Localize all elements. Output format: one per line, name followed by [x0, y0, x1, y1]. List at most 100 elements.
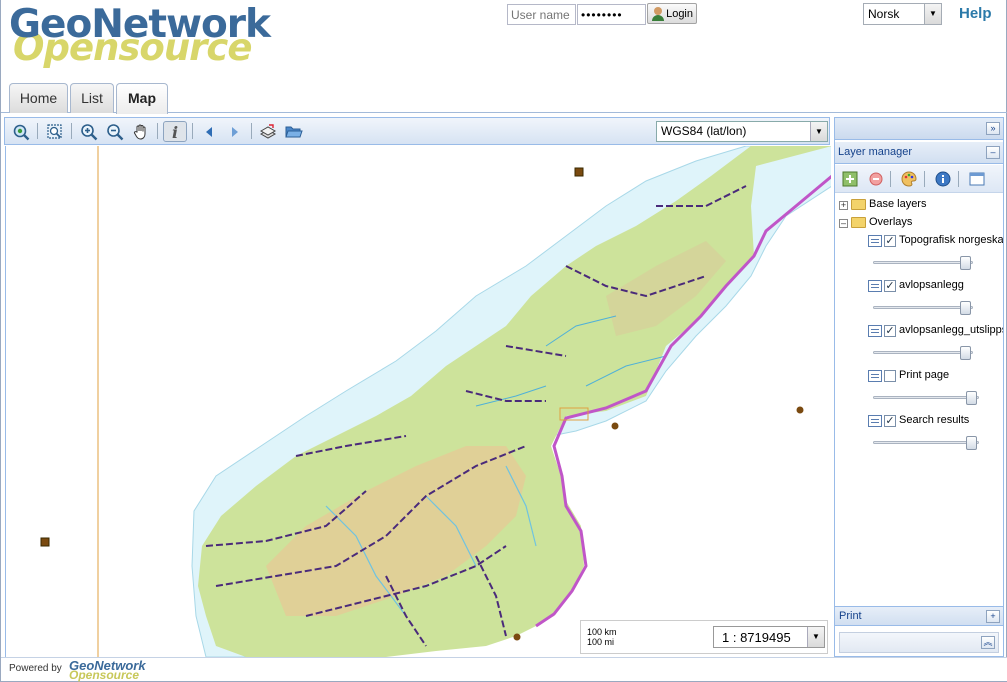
- right-panel-header: »: [835, 118, 1003, 140]
- overlays-label[interactable]: Overlays: [869, 216, 912, 228]
- layer-checkbox[interactable]: ✓: [884, 325, 896, 337]
- scale-select[interactable]: 1 : 8719495 ▼: [713, 626, 825, 648]
- chevron-down-icon: ▼: [810, 122, 827, 141]
- feature-info-button[interactable]: i: [163, 121, 187, 142]
- pan-button[interactable]: [130, 121, 152, 142]
- slider-thumb[interactable]: [960, 256, 971, 270]
- layer-checkbox[interactable]: ✓: [884, 415, 896, 427]
- toolbar-separator: [958, 171, 959, 187]
- print-panel-footer: ︽: [839, 632, 999, 653]
- layer-opacity-slider[interactable]: [873, 301, 973, 315]
- zoom-extent-button[interactable]: [10, 121, 32, 142]
- logo-geonetwork-text: GeoNetwork: [9, 2, 271, 47]
- zoom-box-icon: [47, 123, 62, 139]
- layer-opacity-slider[interactable]: [873, 346, 973, 360]
- layer-opacity-slider[interactable]: [873, 436, 979, 450]
- layer-opacity-slider[interactable]: [873, 391, 979, 405]
- map-marker: [796, 406, 804, 414]
- password-input[interactable]: ••••••••: [577, 4, 646, 25]
- slider-thumb[interactable]: [966, 391, 977, 405]
- slider-thumb[interactable]: [966, 436, 977, 450]
- add-layer-button[interactable]: [257, 121, 279, 142]
- user-icon: [651, 6, 665, 21]
- tab-list[interactable]: List: [70, 83, 114, 113]
- remove-layer-button[interactable]: [865, 168, 887, 189]
- footer: Powered by Opensource GeoNetwork: [1, 657, 1007, 682]
- layer-manager-title: Layer manager: [838, 146, 912, 158]
- open-folder-button[interactable]: [283, 121, 305, 142]
- scale-mi-label: 100 mi: [587, 637, 615, 647]
- map-marker: [513, 633, 521, 641]
- toolbar-separator: [192, 123, 193, 139]
- toolbar-separator: [890, 171, 891, 187]
- map-toolbar: i WGS84 (lat/lon) ▼: [4, 117, 830, 145]
- layer-info-button[interactable]: [932, 168, 954, 189]
- layer-checkbox[interactable]: ✓: [884, 235, 896, 247]
- palette-icon: [901, 170, 917, 187]
- toolbar-separator: [37, 123, 38, 139]
- map-viewport[interactable]: 100 km 100 mi 1 : 8719495 ▼: [5, 146, 831, 657]
- zoom-extent-icon: [13, 124, 30, 140]
- help-link[interactable]: Help: [959, 5, 992, 22]
- layer-label[interactable]: avlopsanlegg_utslippspunkt: [899, 324, 1003, 336]
- slider-thumb[interactable]: [960, 301, 971, 315]
- layer-legend-icon[interactable]: [868, 415, 882, 427]
- print-panel-title: Print: [839, 610, 862, 622]
- collapse-layer-manager-button[interactable]: –: [986, 146, 1000, 159]
- zoom-in-button[interactable]: [78, 121, 100, 142]
- layer-properties-button[interactable]: [966, 168, 988, 189]
- info-icon: [935, 171, 951, 186]
- previous-view-button[interactable]: [198, 121, 220, 142]
- layer-opacity-slider[interactable]: [873, 256, 973, 270]
- zoom-out-icon: [107, 123, 124, 140]
- layer-manager-header: Layer manager –: [835, 142, 1003, 164]
- print-panel-header[interactable]: Print +: [835, 606, 1003, 626]
- language-value: Norsk: [868, 7, 900, 21]
- add-layer-icon: [842, 171, 858, 186]
- collapse-overlays[interactable]: –: [839, 219, 848, 228]
- expand-print-button[interactable]: +: [986, 610, 1000, 623]
- layer-legend-icon[interactable]: [868, 235, 882, 247]
- layer-label[interactable]: Print page: [899, 369, 949, 381]
- zoom-out-button[interactable]: [104, 121, 126, 142]
- toolbar-separator: [157, 123, 158, 139]
- layer-legend-icon[interactable]: [868, 370, 882, 382]
- layer-label[interactable]: Topografisk norgeskart: [899, 234, 1003, 246]
- next-view-button[interactable]: [224, 121, 246, 142]
- username-input[interactable]: [507, 4, 576, 25]
- base-layers-label[interactable]: Base layers: [869, 198, 926, 210]
- expand-up-button[interactable]: ︽: [981, 636, 995, 649]
- footer-logo-geonetwork: GeoNetwork: [69, 658, 146, 673]
- tab-map[interactable]: Map: [116, 83, 168, 114]
- layer-legend-icon[interactable]: [868, 280, 882, 292]
- layer-label[interactable]: avlopsanlegg: [899, 279, 964, 291]
- layer-checkbox[interactable]: ✓: [884, 280, 896, 292]
- expand-base-layers[interactable]: +: [839, 201, 848, 210]
- projection-value: WGS84 (lat/lon): [661, 124, 747, 138]
- scale-panel: 100 km 100 mi 1 : 8719495 ▼: [580, 620, 828, 654]
- powered-by-text: Powered by: [9, 663, 62, 674]
- norway-map[interactable]: [6, 146, 831, 657]
- collapse-panel-button[interactable]: »: [986, 122, 1000, 135]
- remove-layer-icon: [869, 172, 883, 185]
- add-layer-button[interactable]: [839, 168, 861, 189]
- tab-home[interactable]: Home: [9, 83, 68, 113]
- language-select[interactable]: Norsk ▼: [863, 3, 942, 25]
- geonetwork-logo[interactable]: Opensource GeoNetwork: [9, 2, 271, 69]
- scale-km-label: 100 km: [587, 627, 617, 637]
- scale-line: 100 km 100 mi: [587, 627, 617, 647]
- slider-thumb[interactable]: [960, 346, 971, 360]
- open-folder-icon: [285, 126, 303, 137]
- layer-legend-icon[interactable]: [868, 325, 882, 337]
- zoom-box-button[interactable]: [44, 121, 66, 142]
- next-view-icon: [232, 126, 238, 137]
- zoom-in-icon: [81, 123, 98, 140]
- layer-checkbox[interactable]: [884, 370, 896, 382]
- right-panel: » Layer manager – + Base layers – Overla…: [834, 117, 1004, 657]
- projection-select[interactable]: WGS84 (lat/lon) ▼: [656, 121, 828, 142]
- app-window: Opensource GeoNetwork •••••••• Login Nor…: [0, 0, 1007, 682]
- toolbar-separator: [924, 171, 925, 187]
- style-button[interactable]: [898, 168, 920, 189]
- login-button[interactable]: Login: [647, 3, 697, 24]
- layer-label[interactable]: Search results: [899, 414, 969, 426]
